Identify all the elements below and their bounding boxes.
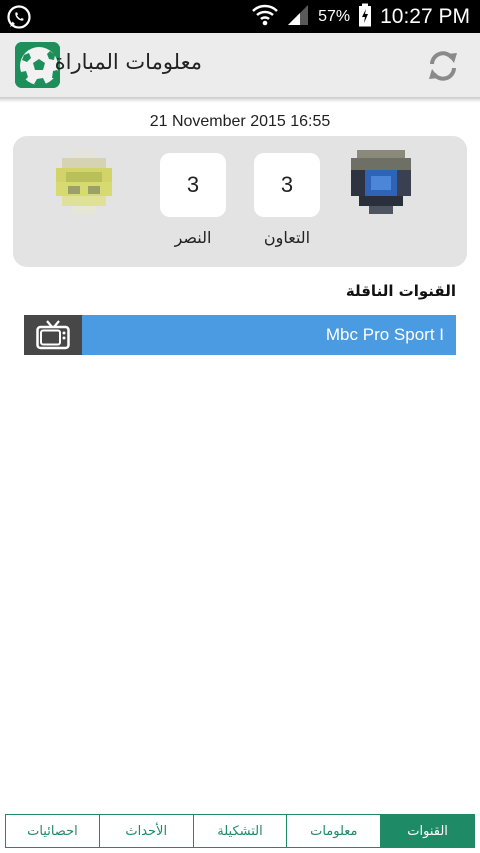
clock: 10:27 PM [380,4,470,28]
channel-item[interactable]: Mbc Pro Sport I [24,315,456,355]
tab-stats[interactable]: احصائيات [6,815,99,847]
status-bar: 57% 10:27 PM [0,0,480,33]
home-team-name: التعاون [263,228,311,247]
battery-charging-icon [358,3,372,31]
signal-icon [286,3,310,31]
bottom-tab-bar: القنوات معلومات التشكيلة الأحداث احصائيا… [5,814,475,848]
home-team-logo [349,148,413,216]
battery-percent: 57% [318,7,351,25]
channels-section-title: القنوات الناقلة [345,282,456,300]
away-team-name: النصر [174,228,212,247]
channel-name: Mbc Pro Sport I [325,325,444,344]
whatsapp-icon [6,4,32,30]
tab-events[interactable]: الأحداث [98,815,193,847]
tv-icon [24,315,82,355]
away-score: 3 [160,153,226,217]
away-team-logo [52,148,116,216]
app-bar-shadow [0,97,480,103]
match-date: 21 November 2015 16:55 [149,113,331,130]
soccer-ball-icon [15,42,60,88]
tab-lineup[interactable]: التشكيلة [192,815,287,847]
wifi-icon [252,3,278,31]
refresh-icon [429,51,457,81]
refresh-button[interactable] [423,47,463,85]
page-title: معلومات المباراة [54,50,202,74]
tab-info[interactable]: معلومات [286,815,380,847]
tab-channels[interactable]: القنوات [380,815,474,847]
home-score: 3 [254,153,320,217]
